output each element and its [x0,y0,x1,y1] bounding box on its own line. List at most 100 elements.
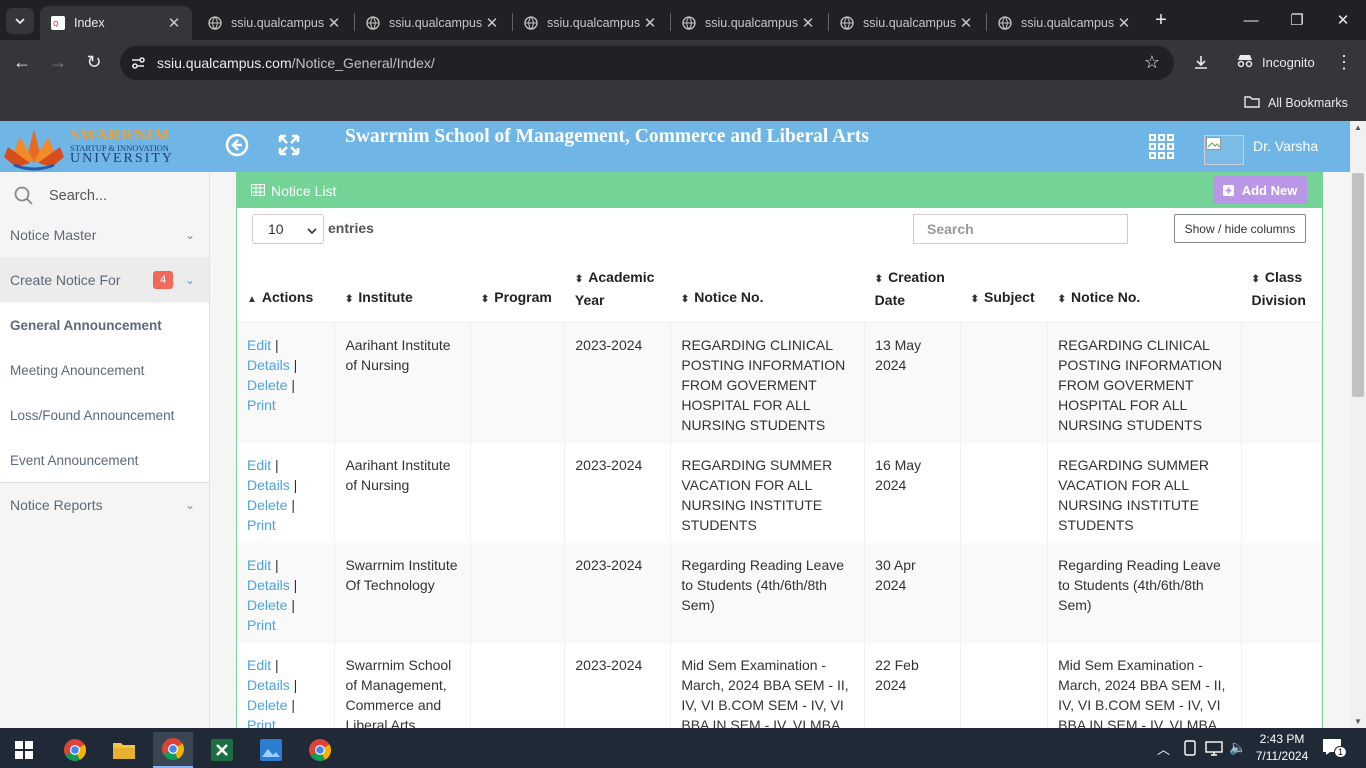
panel-header: Notice List Add New [237,173,1322,208]
tab-qualcampus[interactable]: ssiu.qualcampus ✕ [513,6,668,40]
tab-qualcampus[interactable]: ssiu.qualcampus ✕ [197,6,352,40]
column-header-academic-year[interactable]: ⬍ Academic Year [564,256,671,323]
column-header-notice-no[interactable]: ⬍ Notice No. [670,256,865,323]
chrome-alt-icon[interactable] [300,732,340,768]
chrome-icon[interactable] [55,732,95,768]
file-explorer-icon[interactable] [104,732,144,768]
delete-link[interactable]: Delete [247,497,287,513]
minimize-button[interactable]: — [1228,0,1274,40]
close-icon[interactable]: ✕ [326,14,342,32]
details-link[interactable]: Details [247,357,290,373]
details-link[interactable]: Details [247,577,290,593]
search-icon [14,186,33,205]
windows-start-icon[interactable] [4,732,44,768]
entries-select[interactable]: 10 [252,214,324,244]
edit-link[interactable]: Edit [247,557,271,573]
fullscreen-icon[interactable] [278,134,300,159]
tab-qualcampus[interactable]: ssiu.qualcampus ✕ [355,6,510,40]
close-window-button[interactable]: ✕ [1320,0,1366,40]
creation-date-cell: 13 May 2024 [864,322,962,443]
notice-no-2-cell: Regarding Reading Leave to Students (4th… [1047,542,1242,643]
tab-qualcampus[interactable]: ssiu.qualcampus ✕ [829,6,984,40]
incognito-indicator[interactable]: Incognito [1226,48,1325,76]
volume-icon[interactable]: 🔈 [1229,739,1246,756]
back-button[interactable]: ← [8,48,36,76]
entries-value: 10 [268,221,284,237]
notification-center-icon[interactable]: 1 [1322,738,1348,759]
close-icon[interactable]: ✕ [642,14,658,32]
bookmark-star-icon[interactable]: ☆ [1144,52,1160,73]
tab-title: ssiu.qualcampus [547,16,641,30]
edit-link[interactable]: Edit [247,457,271,473]
sidebar-item-label: Notice Reports [10,496,103,513]
close-icon[interactable]: ✕ [166,14,182,32]
photos-icon[interactable] [251,732,291,768]
print-link[interactable]: Print [247,517,276,533]
tab-index[interactable]: Q Index ✕ [40,6,192,40]
close-icon[interactable]: ✕ [800,14,816,32]
sidebar-item-loss-found-announcement[interactable]: Loss/Found Announcement [0,393,209,438]
apps-grid-icon[interactable] [1149,134,1175,163]
sidebar-item-meeting-announcement[interactable]: Meeting Anouncement [0,348,209,393]
sidebar-item-general-announcement[interactable]: General Announcement [0,303,209,348]
close-icon[interactable]: ✕ [1116,14,1132,32]
column-header-program[interactable]: ⬍ Program [470,256,565,323]
browser-menu-icon[interactable]: ⋮ [1330,48,1358,76]
delete-link[interactable]: Delete [247,377,287,393]
column-header-actions[interactable]: ▲ Actions [237,256,335,323]
scroll-down-arrow-icon[interactable]: ▼ [1354,717,1362,726]
scrollbar-thumb[interactable] [1352,173,1364,397]
address-bar[interactable]: ssiu.qualcampus.com/Notice_General/Index… [120,46,1174,80]
actions-cell: Edit | Details | Delete | Print [237,642,336,729]
site-info-icon[interactable] [130,55,146,74]
tab-qualcampus[interactable]: ssiu.qualcampus ✕ [987,6,1142,40]
tab-search-button[interactable] [6,8,34,34]
chrome-profile-icon[interactable] [153,732,193,768]
column-header-subject[interactable]: ⬍ Subject [960,256,1048,323]
sidebar-item-create-notice-for[interactable]: Create Notice For 4 ⌄ [0,257,209,302]
sidebar-item-notice-master[interactable]: Notice Master ⌄ [0,212,209,257]
tab-qualcampus[interactable]: ssiu.qualcampus ✕ [671,6,826,40]
restore-button[interactable]: ❐ [1274,0,1320,40]
globe-icon [207,15,223,31]
clock[interactable]: 2:43 PM 7/11/2024 [1252,731,1312,765]
all-bookmarks-button[interactable]: All Bookmarks [1244,92,1348,114]
column-label: Subject [984,288,1035,305]
edit-link[interactable]: Edit [247,657,271,673]
column-header-institute[interactable]: ⬍ Institute [334,256,471,323]
close-icon[interactable]: ✕ [484,14,500,32]
lotus-logo-icon [4,129,64,171]
university-logo[interactable]: SWARRNIM STARTUP & INNOVATION UNIVERSITY [0,123,185,171]
table-search-input[interactable]: Search [913,214,1128,244]
show-hide-columns-button[interactable]: Show / hide columns [1174,214,1306,243]
details-link[interactable]: Details [247,677,290,693]
scroll-up-arrow-icon[interactable]: ▲ [1354,123,1362,132]
tray-device-icon[interactable] [1183,740,1197,759]
delete-link[interactable]: Delete [247,597,287,613]
details-link[interactable]: Details [247,477,290,493]
column-header-class-division[interactable]: ⬍ Class Division [1241,256,1322,323]
forward-button[interactable]: → [44,48,72,76]
sidebar: Search... Notice Master ⌄ Create Notice … [0,172,210,728]
print-link[interactable]: Print [247,617,276,633]
incognito-label: Incognito [1262,54,1315,70]
print-link[interactable]: Print [247,717,276,729]
print-link[interactable]: Print [247,397,276,413]
excel-icon[interactable] [202,732,242,768]
sidebar-item-event-announcement[interactable]: Event Announcement [0,438,209,483]
delete-link[interactable]: Delete [247,697,287,713]
new-tab-button[interactable]: + [1142,0,1180,40]
column-header-creation-date[interactable]: ⬍ Creation Date [864,256,961,323]
avatar[interactable] [1204,135,1244,165]
column-header-notice-no-2[interactable]: ⬍ Notice No. [1047,256,1242,323]
user-name[interactable]: Dr. Varsha [1253,138,1318,154]
network-icon[interactable] [1205,740,1223,759]
back-circle-icon[interactable] [225,133,249,160]
tray-chevron-up-icon[interactable]: ︿ [1157,739,1170,758]
download-icon[interactable] [1187,48,1215,76]
sidebar-item-notice-reports[interactable]: Notice Reports ⌄ [0,482,209,527]
add-new-button[interactable]: Add New [1213,176,1307,204]
reload-button[interactable]: ↻ [80,48,108,76]
close-icon[interactable]: ✕ [958,14,974,32]
edit-link[interactable]: Edit [247,337,271,353]
